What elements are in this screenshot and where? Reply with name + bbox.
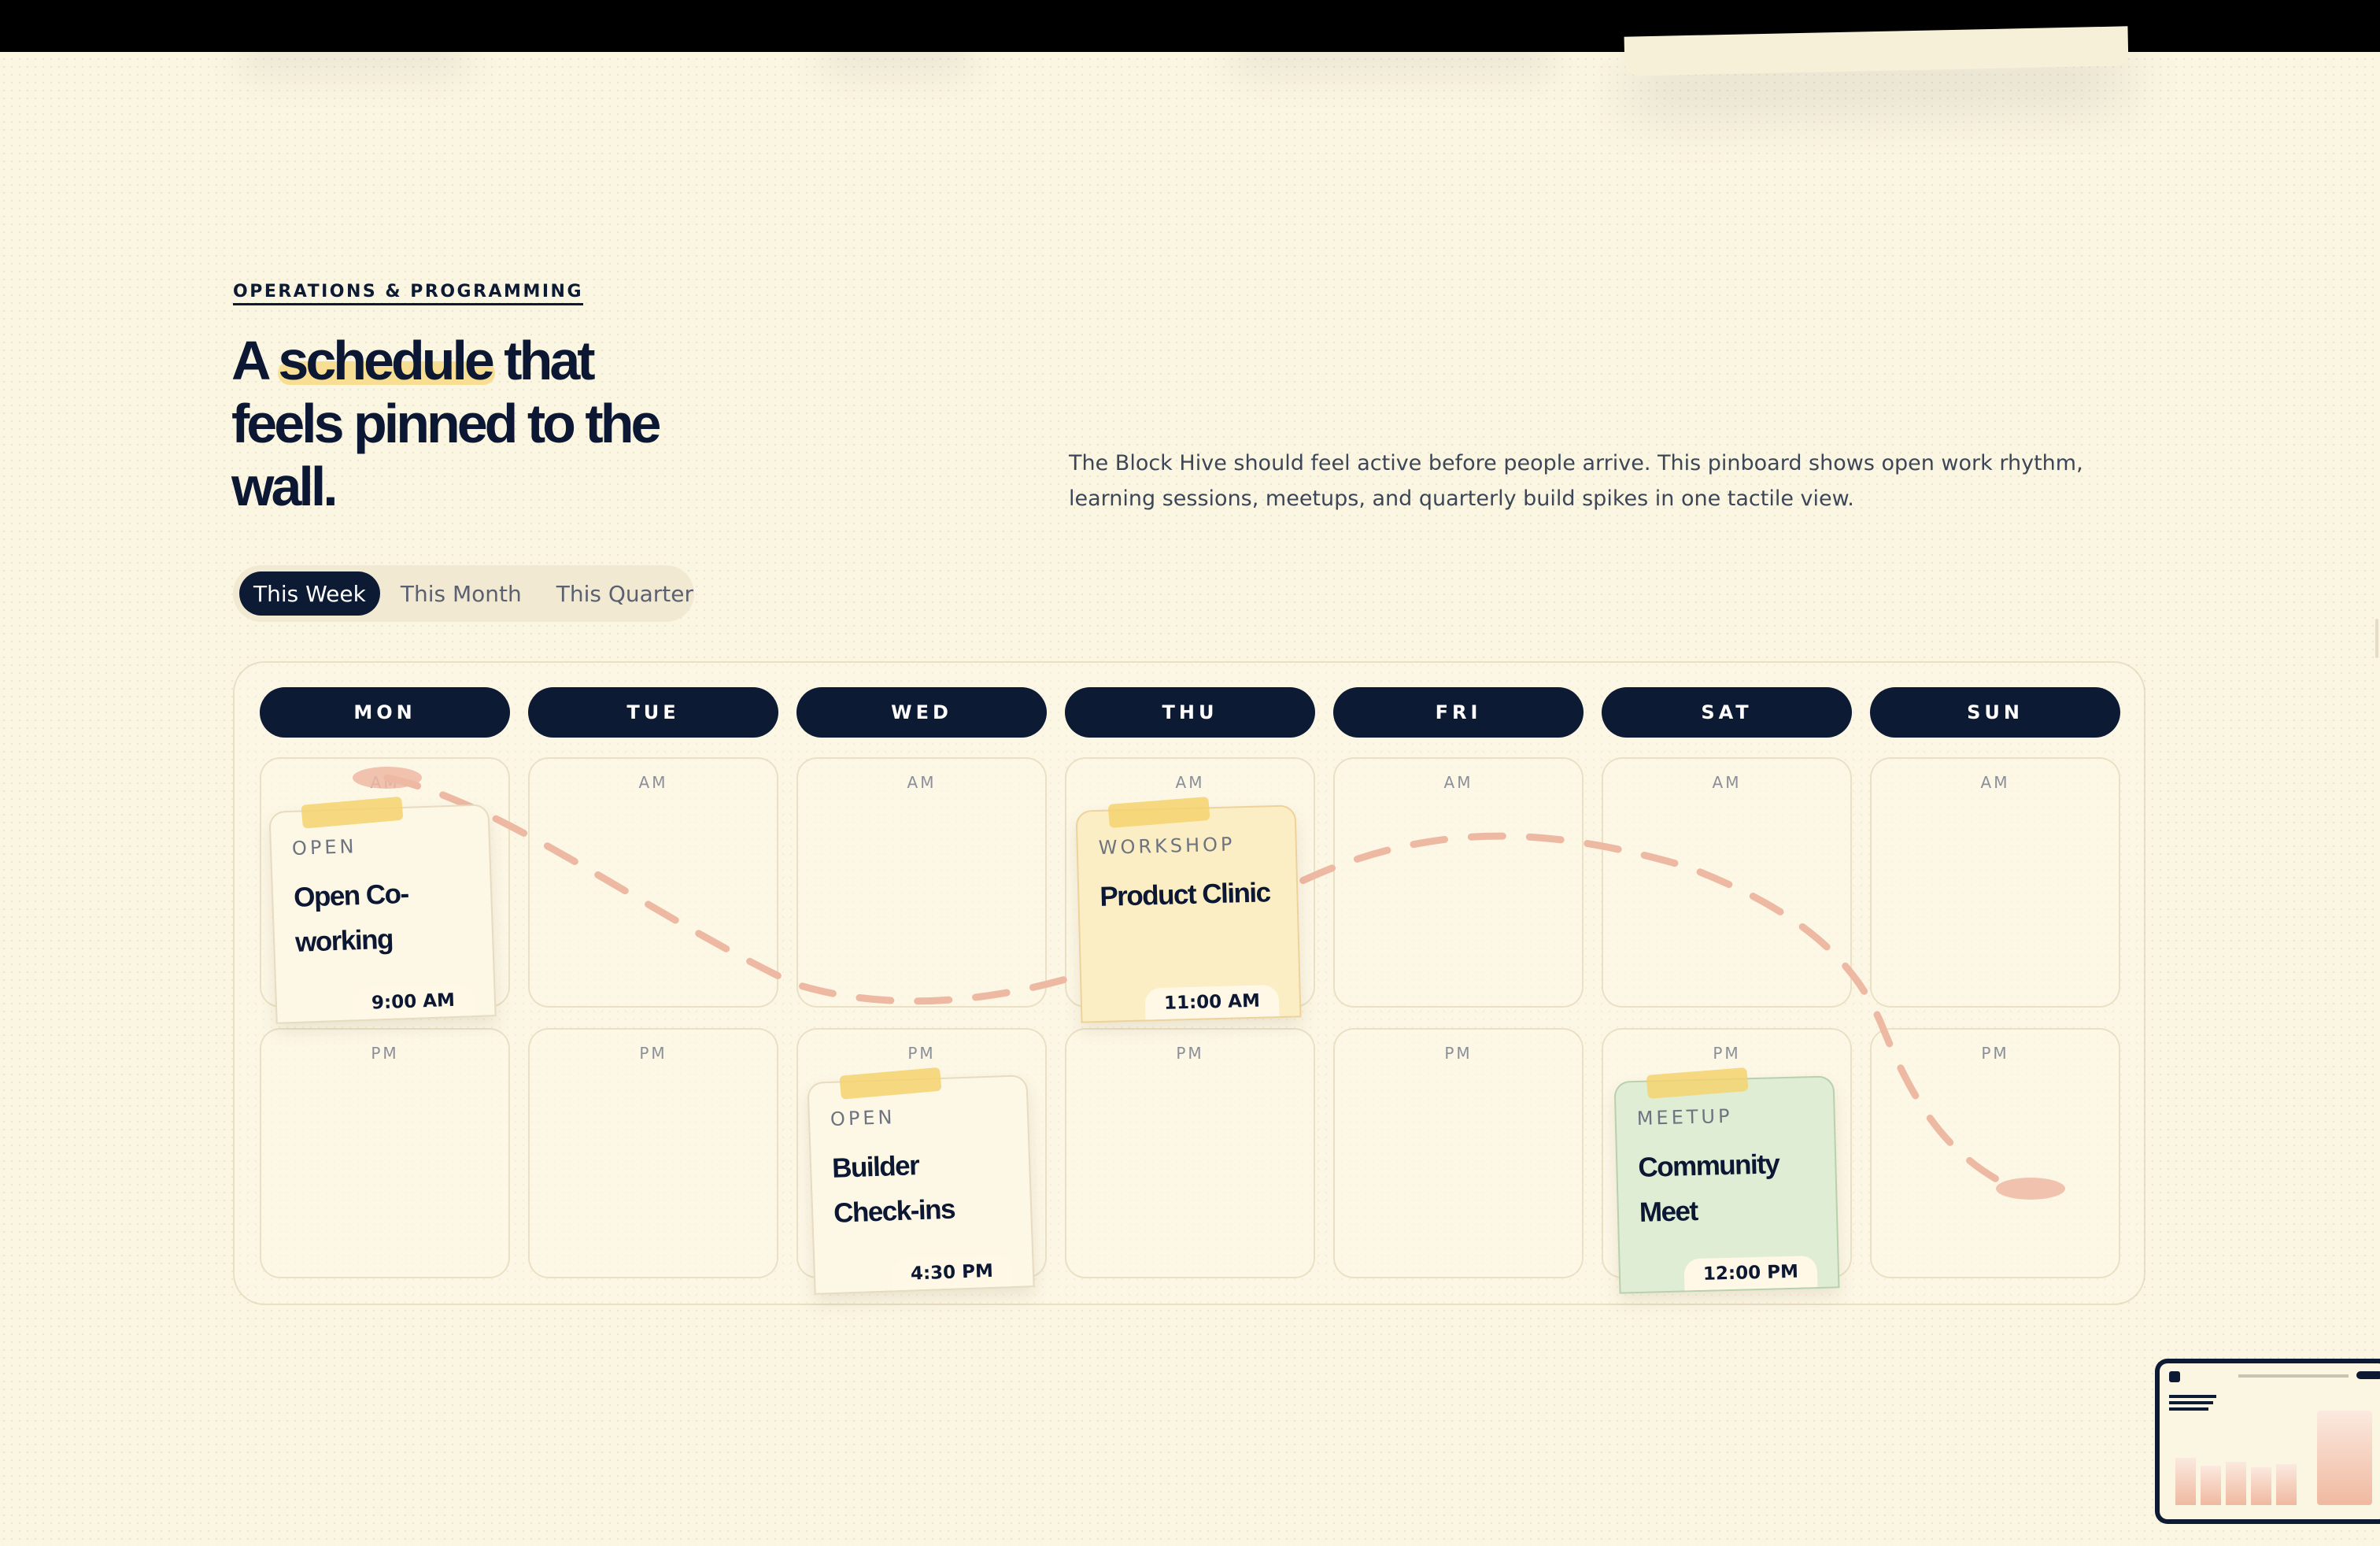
event-title: Community Meet [1637,1148,1779,1228]
thumbnail-canvas [2160,1363,2380,1519]
day-header-mon: MON [260,687,510,738]
event-time-badge: 4:30 PM [891,1255,1013,1291]
tab-this-quarter[interactable]: This Quarter [542,571,708,616]
slot-label: AM [1712,773,1742,792]
slot-sun-am[interactable]: AM [1870,757,2120,1008]
thumbnail-heading-line [2169,1395,2216,1398]
thumbnail-card [2251,1467,2271,1505]
thumbnail-nav [2238,1374,2349,1378]
slot-label: PM [907,1044,936,1063]
event-card-product-clinic[interactable]: WORKSHOP Product Clinic 11:00 AM [1075,796,1302,1023]
slot-label: PM [639,1044,667,1063]
thumbnail-heading-line [2169,1401,2213,1404]
slot-fri-pm[interactable]: PM [1333,1028,1584,1278]
slot-thu-pm[interactable]: PM [1065,1028,1315,1278]
headline-highlight: schedule [278,330,494,391]
thumbnail-heading-line [2169,1407,2208,1411]
day-header-thu: THU [1065,687,1315,738]
slot-label: PM [1713,1044,1741,1063]
event-time-badge: 9:00 AM [352,984,475,1020]
slot-sun-pm[interactable]: PM [1870,1028,2120,1278]
thumbnail-cta [2356,1371,2380,1379]
event-time-badge: 11:00 AM [1144,985,1280,1020]
faded-shadow [236,31,472,79]
event-category: WORKSHOP [1098,833,1236,859]
section-eyebrow: OPERATIONS & PROGRAMMING [233,282,583,305]
slot-label: PM [1176,1044,1204,1063]
event-card-community-meet[interactable]: MEETUP Community Meet 12:00 PM [1613,1067,1840,1294]
event-title: Open Co-working [293,878,409,958]
day-header-fri: FRI [1333,687,1584,738]
faded-shadow [819,31,976,79]
event-title: Builder Check-ins [831,1150,955,1229]
section-description: The Block Hive should feel active before… [1069,451,2083,511]
thumbnail-card [2226,1462,2246,1505]
period-tabs: This Week This Month This Quarter [233,565,694,622]
slot-tue-pm[interactable]: PM [528,1028,778,1278]
event-category: OPEN [291,835,357,860]
event-title: Product Clinic [1099,877,1271,912]
slot-wed-am[interactable]: AM [796,757,1047,1008]
day-header-sun: SUN [1870,687,2120,738]
slot-label: PM [1444,1044,1473,1063]
slot-label: AM [370,773,400,792]
tab-this-month[interactable]: This Month [386,571,536,616]
event-category: OPEN [830,1106,896,1130]
thumbnail-logo-icon [2169,1371,2180,1382]
faded-shadow [1228,31,1558,79]
thumbnail-card [2201,1466,2221,1505]
event-card-builder-check-ins[interactable]: OPEN Builder Check-ins 4:30 PM [807,1067,1035,1295]
headline-start: A [231,330,279,391]
slot-sat-am[interactable]: AM [1602,757,1852,1008]
tab-this-week[interactable]: This Week [239,571,380,616]
page-preview-thumbnail[interactable] [2155,1359,2380,1524]
scrollbar-thumb[interactable] [2375,619,2378,658]
slot-label: AM [907,773,937,792]
slot-mon-pm[interactable]: PM [260,1028,510,1278]
section-headline: A schedule that feels pinned to the wall… [231,329,704,518]
day-header-wed: WED [796,687,1047,738]
slot-label: AM [638,773,668,792]
slot-label: AM [1443,773,1473,792]
slot-label: PM [1981,1044,2009,1063]
event-category: MEETUP [1636,1104,1733,1130]
thumbnail-card [2276,1464,2297,1505]
slot-label: AM [1980,773,2010,792]
slot-fri-am[interactable]: AM [1333,757,1584,1008]
event-card-open-coworking[interactable]: OPEN Open Co-working 9:00 AM [268,796,497,1024]
day-header-tue: TUE [528,687,778,738]
thumbnail-hero-image [2317,1411,2372,1505]
day-header-sat: SAT [1602,687,1852,738]
slot-tue-am[interactable]: AM [528,757,778,1008]
slot-label: PM [371,1044,399,1063]
thumbnail-card [2175,1458,2196,1505]
slot-label: AM [1175,773,1205,792]
event-time-badge: 12:00 PM [1683,1256,1818,1291]
